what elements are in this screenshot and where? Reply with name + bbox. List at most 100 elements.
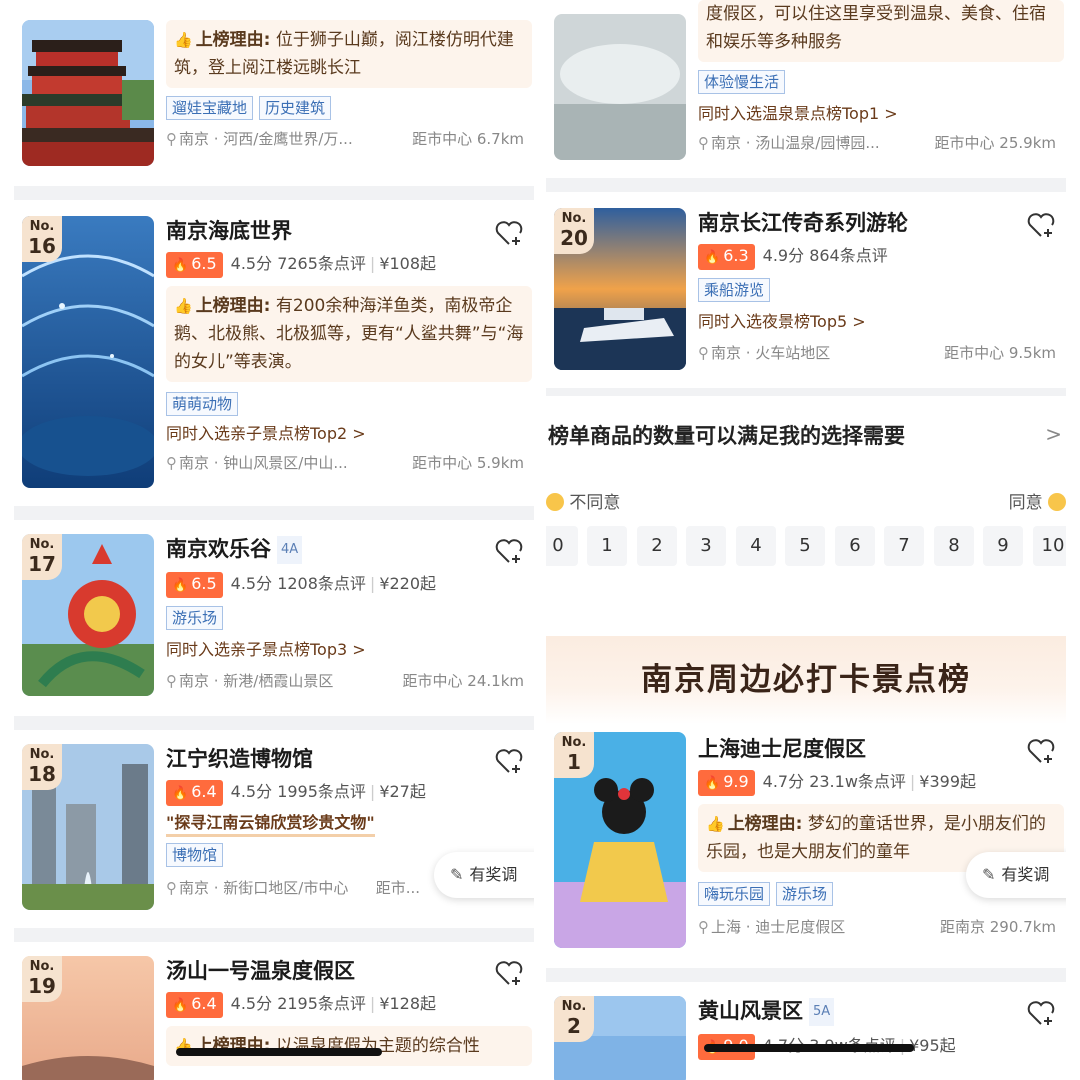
- scale-option[interactable]: 1: [587, 526, 627, 566]
- attraction-title[interactable]: 南京海底世界: [166, 218, 530, 244]
- rank-number: 20: [560, 226, 588, 250]
- attraction-photo[interactable]: No. 18: [22, 744, 154, 910]
- also-listed-link[interactable]: 同时入选温泉景点榜Top1 >: [698, 102, 1062, 126]
- rank-badge: No. 16: [22, 216, 62, 262]
- attraction-card[interactable]: No. 1 上海迪士尼度假区 🔥 9.9 4.7分 23.1w条点评 | ¥399起 👍…: [546, 724, 1066, 966]
- fire-icon: 🔥: [172, 258, 189, 273]
- heart-plus-icon[interactable]: [494, 536, 524, 566]
- attraction-card[interactable]: No. 16 南京海底世界 🔥 6.5 4.5分 7265条点评 | ¥108起 👍 上榜…: [14, 200, 534, 504]
- location-row: ⚲ 南京 · 河西/金鹰世界/万... 距市中心 6.7km: [166, 128, 530, 150]
- location-row: ⚲ 南京 · 新港/栖霞山景区 距市中心 24.1km: [166, 670, 530, 692]
- survey-button[interactable]: ✎ 有奖调: [434, 852, 534, 898]
- attraction-photo[interactable]: No. 2: [554, 996, 686, 1080]
- score: 4.5分: [230, 994, 273, 1013]
- scale-option[interactable]: 0: [546, 526, 578, 566]
- reason-text: 度假区，可以住这里享受到温泉、美食、住宿和娱乐等多种服务: [706, 4, 1046, 52]
- price: ¥27起: [379, 782, 426, 801]
- heart-plus-icon[interactable]: [1026, 210, 1056, 240]
- attraction-photo[interactable]: No. 16: [22, 216, 154, 488]
- reason-box: 度假区，可以住这里享受到温泉、美食、住宿和娱乐等多种服务: [698, 0, 1064, 62]
- scale-option[interactable]: 9: [983, 526, 1023, 566]
- score: 4.9分: [762, 246, 805, 265]
- chevron-right-icon[interactable]: >: [1045, 422, 1062, 446]
- location-text: 南京 · 新港/栖霞山景区: [179, 672, 334, 690]
- scale-option[interactable]: 2: [637, 526, 677, 566]
- attraction-card[interactable]: 👍 上榜理由: 位于狮子山巅，阅江楼仿明代建筑，登上阅江楼远眺长江 遛娃宝藏地 历史…: [14, 0, 534, 184]
- reason-label: 上榜理由:: [727, 814, 803, 834]
- tag[interactable]: 遛娃宝藏地: [166, 96, 254, 120]
- fire-icon: 🔥: [172, 786, 189, 801]
- divider: [546, 388, 1066, 396]
- scale-option[interactable]: 4: [736, 526, 776, 566]
- attraction-title[interactable]: 黄山风景区: [698, 999, 803, 1023]
- rating-row: 🔥 9.9 4.7分 23.1w条点评 | ¥399起: [698, 770, 1062, 796]
- heart-plus-icon[interactable]: [494, 958, 524, 988]
- divider: [14, 928, 534, 942]
- hot-score: 🔥 6.4: [166, 992, 223, 1018]
- tag[interactable]: 游乐场: [776, 882, 834, 906]
- location-row: ⚲ 南京 · 钟山风景区/中山... 距市中心 5.9km: [166, 452, 530, 474]
- heart-plus-icon[interactable]: [494, 746, 524, 776]
- rank-prefix: No.: [561, 999, 587, 1014]
- rank-number: 16: [28, 234, 56, 258]
- attraction-card[interactable]: No. 19 汤山一号温泉度假区 🔥 6.4 4.5分 2195条点评 | ¥128起 …: [14, 942, 534, 1080]
- also-listed-link[interactable]: 同时入选夜景榜Top5 >: [698, 310, 1062, 334]
- edit-note-icon: ✎: [450, 865, 464, 884]
- scale-option[interactable]: 10: [1033, 526, 1066, 566]
- tag-list: 乘船游览: [698, 278, 1062, 304]
- divider: [14, 186, 534, 200]
- rank-prefix: No.: [29, 537, 55, 552]
- hot-score: 🔥 6.5: [166, 252, 223, 278]
- scale-option[interactable]: 3: [686, 526, 726, 566]
- rating-row: 🔥 6.5 4.5分 1208条点评 | ¥220起: [166, 572, 530, 598]
- attraction-photo[interactable]: No. 20: [554, 208, 686, 370]
- attraction-title-row: 南京欢乐谷 4A: [166, 536, 530, 564]
- fire-icon: 🔥: [172, 578, 189, 593]
- rank-badge: No. 18: [22, 744, 62, 790]
- tag[interactable]: 博物馆: [166, 843, 224, 867]
- attraction-photo[interactable]: No. 19: [22, 956, 154, 1080]
- survey-button[interactable]: ✎ 有奖调: [966, 852, 1066, 898]
- attraction-photo[interactable]: [554, 14, 686, 160]
- attraction-title[interactable]: 江宁织造博物馆: [166, 746, 530, 772]
- divider: [14, 716, 534, 730]
- scale-option[interactable]: 6: [835, 526, 875, 566]
- rank-badge: No. 2: [554, 996, 594, 1042]
- heart-plus-icon[interactable]: [1026, 998, 1056, 1028]
- location-pin-icon: ⚲: [166, 454, 177, 472]
- rank-prefix: No.: [29, 219, 55, 234]
- tag[interactable]: 萌萌动物: [166, 392, 239, 416]
- attraction-card[interactable]: 度假区，可以住这里享受到温泉、美食、住宿和娱乐等多种服务 体验慢生活 同时入选温…: [546, 0, 1066, 176]
- attraction-title[interactable]: 南京长江传奇系列游轮: [698, 210, 1062, 236]
- scale-option[interactable]: 7: [884, 526, 924, 566]
- also-listed-link[interactable]: 同时入选亲子景点榜Top2 >: [166, 422, 530, 446]
- attraction-title-row: 黄山风景区 5A: [698, 998, 1062, 1026]
- attraction-photo[interactable]: No. 17: [22, 534, 154, 696]
- rating-row: 🔥 6.4 4.5分 1995条点评 | ¥27起: [166, 780, 530, 806]
- heart-plus-icon[interactable]: [1026, 736, 1056, 766]
- location-text: 上海 · 迪士尼度假区: [711, 918, 846, 936]
- attraction-title[interactable]: 南京欢乐谷: [166, 537, 271, 561]
- attraction-title[interactable]: 汤山一号温泉度假区: [166, 958, 530, 984]
- attraction-card[interactable]: No. 17 南京欢乐谷 4A 🔥 6.5 4.5分 1208条点评 | ¥220起 游乐…: [14, 520, 534, 714]
- attraction-card[interactable]: No. 2 黄山风景区5A 🔥9.04.7分 3.9w条点评|¥95起: [546, 982, 1066, 1080]
- scale-option[interactable]: 8: [934, 526, 974, 566]
- tag[interactable]: 历史建筑: [259, 96, 332, 120]
- attraction-photo[interactable]: No. 1: [554, 732, 686, 948]
- tag-list: 游乐场: [166, 606, 530, 632]
- attraction-card[interactable]: No. 20 南京长江传奇系列游轮 🔥 6.3 4.9分 864条点评 乘船游览 同…: [546, 192, 1066, 386]
- score: 4.7分: [762, 772, 805, 791]
- attraction-title[interactable]: 上海迪士尼度假区: [698, 736, 1062, 762]
- also-listed-link[interactable]: 同时入选亲子景点榜Top3 >: [166, 638, 530, 662]
- attraction-photo[interactable]: [22, 20, 154, 166]
- reason-box: 👍 上榜理由: 以温泉度假为主题的综合性: [166, 1026, 532, 1066]
- distance-text: 距南京 290.7km: [939, 918, 1056, 936]
- survey-label: 有奖调: [469, 865, 518, 884]
- tag[interactable]: 体验慢生活: [698, 70, 786, 94]
- tag[interactable]: 嗨玩乐园: [698, 882, 771, 906]
- scale-option[interactable]: 5: [785, 526, 825, 566]
- tag[interactable]: 游乐场: [166, 606, 224, 630]
- heart-plus-icon[interactable]: [494, 218, 524, 248]
- hot-value: 6.3: [723, 246, 749, 265]
- tag[interactable]: 乘船游览: [698, 278, 771, 302]
